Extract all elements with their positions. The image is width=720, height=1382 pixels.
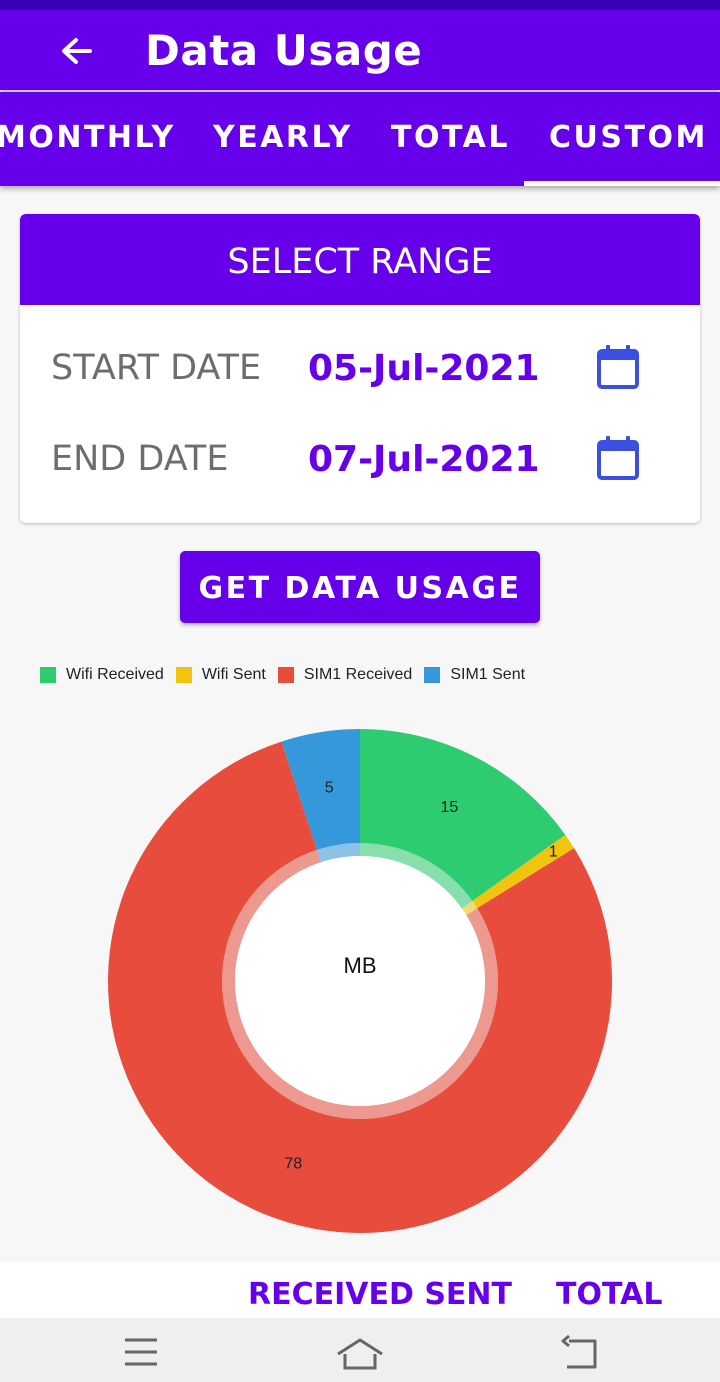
tab-yearly[interactable]: YEARLY — [213, 120, 353, 155]
legend-swatch — [424, 667, 441, 683]
slice-value-label: 5 — [325, 780, 334, 797]
end-date-value[interactable]: 07-Jul-2021 — [308, 439, 540, 480]
start-date-value[interactable]: 05-Jul-2021 — [308, 348, 540, 389]
card-header: SELECT RANGE — [20, 214, 700, 305]
tab-selected-indicator — [524, 181, 720, 186]
received-sent-label[interactable]: RECEIVED SENT — [248, 1277, 512, 1312]
menu-icon[interactable] — [116, 1332, 166, 1372]
tab-total[interactable]: TOTAL — [391, 120, 510, 155]
chart-legend: Wifi Received Wifi Sent SIM1 Received SIM1 … — [40, 664, 537, 686]
get-data-usage-label: GET DATA USAGE — [198, 571, 522, 606]
donut-hole — [235, 856, 485, 1106]
system-nav-bar — [0, 1318, 720, 1382]
legend-item: SIM1 Received — [277, 666, 413, 684]
legend-item: Wifi Sent — [175, 666, 266, 684]
page-title: Data Usage — [145, 26, 423, 75]
legend-swatch — [40, 667, 56, 683]
tab-bar: MONTHLY YEARLY TOTAL CUSTOM — [0, 92, 720, 186]
legend-label: SIM1 Received — [303, 666, 413, 683]
start-date-label: START DATE — [51, 348, 262, 388]
status-bar — [0, 0, 720, 10]
tab-monthly[interactable]: MONTHLY — [0, 120, 176, 155]
legend-label: Wifi Received — [66, 666, 164, 683]
select-range-card: SELECT RANGE START DATE 05-Jul-2021 END … — [20, 214, 700, 523]
legend-label: Wifi Sent — [201, 666, 266, 683]
end-calendar-icon[interactable] — [596, 435, 640, 481]
start-calendar-icon[interactable] — [596, 344, 640, 390]
legend-item: SIM1 Sent — [424, 666, 525, 684]
get-data-usage-button[interactable]: GET DATA USAGE — [180, 551, 540, 623]
total-label[interactable]: TOTAL — [556, 1277, 662, 1312]
home-icon[interactable] — [335, 1332, 385, 1372]
slice-value-label: 1 — [549, 844, 558, 861]
legend-swatch — [277, 667, 294, 683]
legend-swatch — [175, 667, 192, 683]
donut-center-label: MB — [344, 953, 377, 978]
card-header-title: SELECT RANGE — [227, 242, 493, 282]
tab-custom[interactable]: CUSTOM — [549, 120, 708, 155]
legend-item: Wifi Received — [40, 666, 164, 684]
slice-value-label: 15 — [440, 799, 458, 816]
app-bar: Data Usage — [0, 10, 720, 90]
back-arrow-icon[interactable] — [52, 28, 100, 76]
back-nav-icon[interactable] — [555, 1332, 605, 1372]
slice-value-label: 78 — [284, 1155, 302, 1172]
end-date-label: END DATE — [51, 439, 229, 479]
legend-label: SIM1 Sent — [450, 666, 526, 683]
data-usage-donut-chart: 151785MB — [107, 729, 612, 1233]
